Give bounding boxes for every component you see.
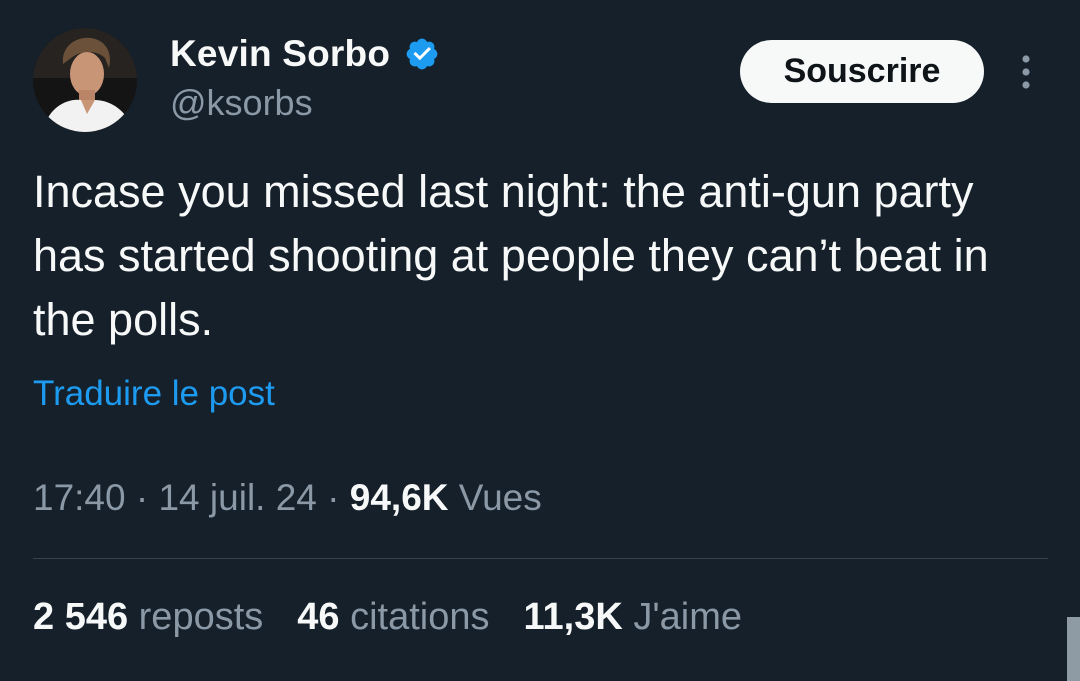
meta-separator: · xyxy=(125,477,159,518)
quotes-count: 46 xyxy=(297,596,340,638)
quotes-stat[interactable]: 46 citations xyxy=(297,596,489,639)
engagement-stats: 2 546 reposts 46 citations 11,3K J'aime xyxy=(33,596,776,639)
reposts-stat[interactable]: 2 546 reposts xyxy=(33,596,263,639)
display-name[interactable]: Kevin Sorbo xyxy=(170,33,390,75)
more-dots-icon[interactable] xyxy=(1010,52,1042,92)
author-block: Kevin Sorbo @ksorbs xyxy=(170,30,440,124)
reposts-count: 2 546 xyxy=(33,596,129,638)
avatar[interactable] xyxy=(33,28,137,132)
name-row: Kevin Sorbo xyxy=(170,30,440,78)
verified-badge-icon[interactable] xyxy=(404,36,440,72)
tweet-time[interactable]: 17:40 xyxy=(33,477,126,518)
scrollbar-thumb[interactable] xyxy=(1067,617,1080,681)
tweet-text: Incase you missed last night: the anti-g… xyxy=(33,166,989,345)
likes-count: 11,3K xyxy=(523,596,623,638)
tweet-meta: 17:40 · 14 juil. 24 · 94,6K Vues xyxy=(33,477,542,519)
reposts-label: reposts xyxy=(128,596,264,638)
handle[interactable]: @ksorbs xyxy=(170,82,440,124)
views-count: 94,6K xyxy=(349,477,449,518)
quotes-label: citations xyxy=(339,596,490,638)
translate-post-link[interactable]: Traduire le post xyxy=(33,374,275,414)
likes-label: J'aime xyxy=(622,596,743,638)
divider xyxy=(33,558,1048,559)
views-label: Vues xyxy=(448,477,542,518)
tweet-date[interactable]: 14 juil. 24 xyxy=(158,477,316,518)
meta-separator: · xyxy=(316,477,350,518)
likes-stat[interactable]: 11,3K J'aime xyxy=(524,596,743,639)
avatar-image xyxy=(33,28,137,132)
subscribe-button[interactable]: Souscrire xyxy=(740,40,984,103)
tweet-card: Kevin Sorbo @ksorbs Souscrire Incase you… xyxy=(0,0,1080,681)
